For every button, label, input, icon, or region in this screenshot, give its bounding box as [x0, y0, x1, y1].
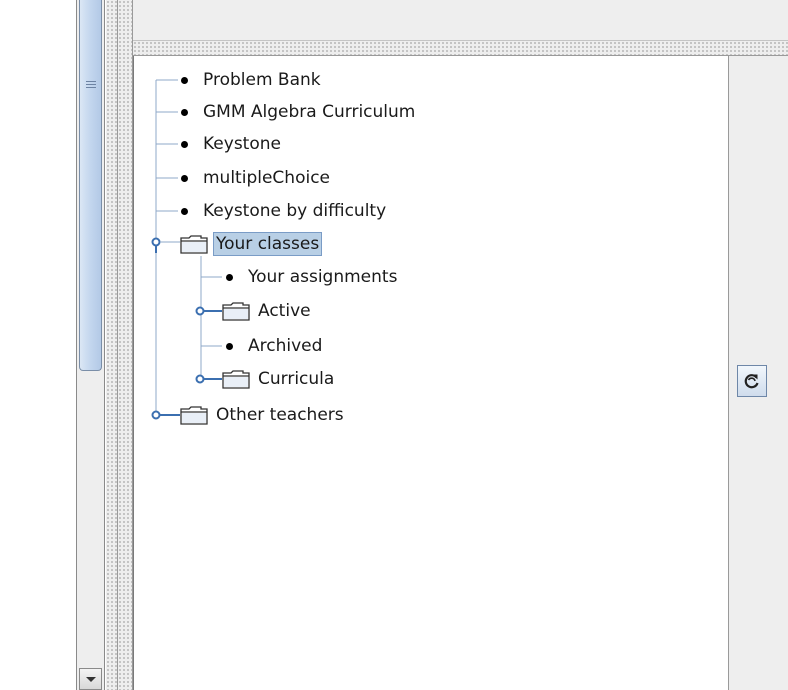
- scroll-down-button[interactable]: [79, 668, 102, 690]
- horizontal-splitter[interactable]: [133, 40, 788, 56]
- bullet-icon: [226, 342, 233, 350]
- tree-item-problem-bank[interactable]: Problem Bank: [181, 67, 324, 93]
- vertical-splitter[interactable]: [106, 0, 133, 690]
- folder-icon: [180, 235, 208, 254]
- scrollbar-thumb[interactable]: [79, 0, 102, 371]
- vertical-scrollbar[interactable]: [76, 0, 105, 690]
- tree-item-label: Your assignments: [248, 267, 398, 287]
- top-panel: [133, 0, 788, 40]
- folder-icon: [180, 406, 208, 425]
- tree-item-your-assignments[interactable]: Your assignments: [226, 264, 400, 290]
- refresh-button[interactable]: [737, 365, 767, 397]
- collapse-handle-icon[interactable]: [194, 300, 222, 322]
- tree-item-gmm-algebra-curriculum[interactable]: GMM Algebra Curriculum: [181, 99, 418, 125]
- collapse-handle-icon[interactable]: [194, 368, 222, 390]
- bullet-icon: [181, 140, 188, 148]
- tree-item-label: Keystone by difficulty: [203, 201, 387, 221]
- tree-item-other-teachers[interactable]: Other teachers: [150, 402, 347, 428]
- tree-panel: Problem Bank GMM Algebra Curriculum Keys…: [133, 56, 728, 690]
- tree-item-label: Keystone: [203, 134, 281, 154]
- tree-item-label: Your classes: [213, 232, 323, 256]
- tree-item-active[interactable]: Active: [194, 298, 314, 324]
- tree-item-label: Archived: [248, 336, 323, 356]
- tree-item-keystone[interactable]: Keystone: [181, 131, 284, 157]
- tree-item-label: Problem Bank: [203, 70, 321, 90]
- tree-item-label: Curricula: [258, 369, 335, 389]
- folder-icon: [222, 302, 250, 321]
- bullet-icon: [181, 108, 188, 116]
- right-panel: [728, 56, 788, 690]
- tree-item-your-classes[interactable]: Your classes: [150, 231, 323, 257]
- bullet-icon: [181, 174, 188, 182]
- tree-item-archived[interactable]: Archived: [226, 333, 325, 359]
- bullet-icon: [181, 76, 188, 84]
- tree-item-label: Other teachers: [216, 405, 344, 425]
- grip-icon: [86, 81, 96, 89]
- tree-item-multiple-choice[interactable]: multipleChoice: [181, 165, 333, 191]
- expand-handle-icon[interactable]: [150, 233, 180, 255]
- folder-icon: [222, 370, 250, 389]
- tree-item-label: GMM Algebra Curriculum: [203, 102, 416, 122]
- bullet-icon: [226, 273, 233, 281]
- tree-item-label: Active: [258, 301, 311, 321]
- tree-item-curricula[interactable]: Curricula: [194, 366, 337, 392]
- tree-item-keystone-by-difficulty[interactable]: Keystone by difficulty: [181, 198, 389, 224]
- collapse-handle-icon[interactable]: [150, 404, 180, 426]
- tree-item-label: multipleChoice: [203, 168, 330, 188]
- refresh-icon: [744, 374, 759, 389]
- bullet-icon: [181, 207, 188, 215]
